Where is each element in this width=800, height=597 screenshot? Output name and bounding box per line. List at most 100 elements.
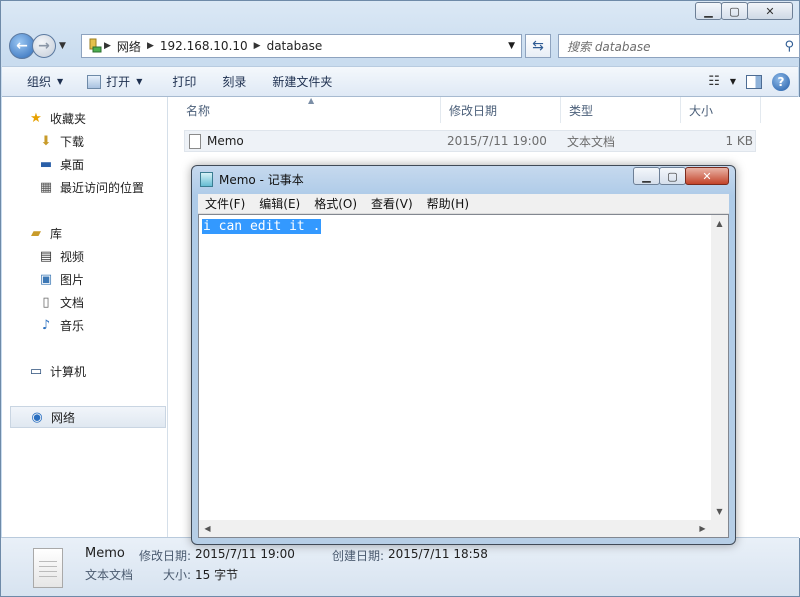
- command-toolbar: 组织 ▼ 打开 ▼ 打印 刻录 新建文件夹 ☷ ▼ ?: [2, 66, 798, 97]
- forward-button[interactable]: →: [32, 34, 56, 58]
- text-file-icon: [189, 134, 201, 149]
- sidebar-item-label: 音乐: [60, 318, 85, 333]
- notepad-caption-buttons: ▁ ▢ ✕: [633, 167, 729, 185]
- sidebar-item-desktop[interactable]: ▬ 桌面: [38, 153, 194, 175]
- scroll-right-icon[interactable]: ▶: [694, 520, 711, 537]
- scrollbar-corner: [711, 520, 728, 537]
- notepad-titlebar: Memo - 记事本: [200, 171, 304, 188]
- vertical-scrollbar[interactable]: ▲ ▼: [711, 215, 728, 520]
- sidebar-item-computer[interactable]: ▭ 计算机: [28, 360, 184, 382]
- notepad-window: Memo - 记事本 ▁ ▢ ✕ 文件(F) 编辑(E) 格式(O) 查看(V)…: [191, 165, 736, 545]
- details-size-value: 15 字节: [195, 568, 239, 582]
- search-input[interactable]: 搜索 database ⚲: [558, 34, 800, 58]
- file-modified: 2015/7/11 19:00: [447, 134, 547, 148]
- explorer-caption-buttons: ▁ ▢ ✕: [695, 2, 793, 20]
- computer-icon: ▭: [29, 363, 43, 379]
- network-icon: ◉: [31, 409, 43, 425]
- sidebar-item-label: 图片: [60, 272, 85, 287]
- sidebar-item-label: 最近访问的位置: [60, 180, 145, 195]
- network-folder-icon: [89, 38, 102, 53]
- menu-help[interactable]: 帮助(H): [420, 195, 476, 212]
- details-created-label: 创建日期:: [332, 549, 385, 563]
- burn-button[interactable]: 刻录: [213, 70, 255, 94]
- column-header-name[interactable]: 名称: [178, 97, 441, 123]
- breadcrumb-host[interactable]: 192.168.10.10: [154, 39, 254, 53]
- notepad-maximize-button[interactable]: ▢: [659, 167, 686, 185]
- sidebar-item-label: 下载: [60, 134, 85, 149]
- organize-button[interactable]: 组织 ▼: [18, 70, 72, 94]
- details-file-name: Memo: [85, 546, 125, 561]
- breadcrumb-database[interactable]: database: [261, 39, 329, 53]
- sidebar-item-label: 网络: [51, 410, 76, 425]
- navigation-bar: ← → ▼ ▶ 网络 ▶ 192.168.10.10 ▶ database ▼ …: [9, 32, 800, 60]
- maximize-button[interactable]: ▢: [721, 2, 748, 20]
- breadcrumb-separator[interactable]: ▶: [254, 41, 261, 51]
- notepad-text-area[interactable]: i can edit it . ▲ ▼ ◀ ▶: [198, 214, 729, 538]
- music-icon: ♪: [41, 317, 51, 333]
- chevron-down-icon: ▼: [57, 77, 64, 86]
- chevron-down-icon[interactable]: ▼: [730, 77, 736, 86]
- scroll-down-icon[interactable]: ▼: [711, 503, 728, 520]
- notepad-menu-bar: 文件(F) 编辑(E) 格式(O) 查看(V) 帮助(H): [198, 194, 729, 214]
- notepad-icon: [200, 172, 213, 187]
- sidebar-item-music[interactable]: ♪ 音乐: [38, 314, 194, 336]
- selected-text[interactable]: i can edit it .: [202, 219, 322, 234]
- refresh-button[interactable]: ⇆: [525, 34, 551, 58]
- details-modified-value: 2015/7/11 19:00: [195, 547, 295, 561]
- details-pane: Memo 文本文档 修改日期: 2015/7/11 19:00 大小: 15 字…: [1, 537, 799, 596]
- chevron-down-icon: ▼: [136, 77, 143, 86]
- help-icon[interactable]: ?: [772, 72, 790, 91]
- sidebar-item-recent-places[interactable]: ▦ 最近访问的位置: [38, 176, 194, 198]
- breadcrumb-network[interactable]: 网络: [111, 38, 147, 55]
- recent-pages-dropdown[interactable]: ▼: [59, 41, 66, 51]
- file-row[interactable]: Memo 2015/7/11 19:00 文本文档 1 KB: [184, 130, 756, 152]
- details-modified-label: 修改日期:: [139, 549, 192, 563]
- scroll-left-icon[interactable]: ◀: [199, 520, 216, 537]
- sidebar-item-label: 库: [50, 226, 63, 241]
- organize-label: 组织: [27, 75, 52, 89]
- notepad-minimize-button[interactable]: ▁: [633, 167, 660, 185]
- sidebar-item-favorites[interactable]: ★ 收藏夹: [28, 107, 184, 129]
- breadcrumb-separator[interactable]: ▶: [104, 41, 111, 51]
- address-history-dropdown[interactable]: ▼: [508, 41, 515, 51]
- video-icon: ▤: [39, 248, 53, 264]
- notepad-close-button[interactable]: ✕: [685, 167, 729, 185]
- documents-icon: ▯: [42, 294, 50, 310]
- sidebar-item-videos[interactable]: ▤ 视频: [38, 245, 194, 267]
- sidebar-item-libraries[interactable]: ▰ 库: [28, 222, 184, 244]
- refresh-icon: ⇆: [532, 38, 544, 54]
- address-bar[interactable]: ▶ 网络 ▶ 192.168.10.10 ▶ database ▼: [81, 34, 522, 58]
- menu-view[interactable]: 查看(V): [364, 195, 420, 212]
- sidebar-item-network[interactable]: ◉ 网络: [10, 406, 166, 428]
- pictures-icon: ▣: [39, 271, 53, 287]
- search-icon: ⚲: [784, 38, 794, 54]
- open-button[interactable]: 打开 ▼: [78, 70, 151, 94]
- column-header-type[interactable]: 类型: [561, 97, 681, 123]
- menu-file[interactable]: 文件(F): [198, 195, 252, 212]
- libraries-icon: ▰: [31, 225, 41, 241]
- view-controls: ☷ ▼ ?: [708, 72, 790, 91]
- breadcrumb-separator[interactable]: ▶: [147, 41, 154, 51]
- menu-edit[interactable]: 编辑(E): [252, 195, 307, 212]
- preview-pane-icon[interactable]: [746, 74, 762, 89]
- sidebar-item-label: 文档: [60, 295, 85, 310]
- sidebar-item-label: 收藏夹: [50, 111, 87, 126]
- new-folder-button[interactable]: 新建文件夹: [263, 70, 341, 94]
- horizontal-scrollbar[interactable]: ◀ ▶: [199, 520, 711, 537]
- file-size: 1 KB: [725, 134, 753, 148]
- details-created-value: 2015/7/11 18:58: [388, 547, 488, 561]
- close-button[interactable]: ✕: [747, 2, 793, 20]
- sidebar-item-documents[interactable]: ▯ 文档: [38, 291, 194, 313]
- column-header-size[interactable]: 大小: [681, 97, 761, 123]
- sidebar-item-pictures[interactable]: ▣ 图片: [38, 268, 194, 290]
- scroll-up-icon[interactable]: ▲: [711, 215, 728, 232]
- file-type: 文本文档: [567, 134, 616, 149]
- menu-format[interactable]: 格式(O): [307, 195, 364, 212]
- print-button[interactable]: 打印: [163, 70, 205, 94]
- desktop-icon: ▬: [39, 156, 53, 172]
- column-header-modified[interactable]: 修改日期: [441, 97, 561, 123]
- sidebar-item-downloads[interactable]: ⬇ 下载: [38, 130, 194, 152]
- downloads-folder-icon: ⬇: [40, 133, 52, 149]
- view-options-icon[interactable]: ☷: [708, 74, 720, 89]
- minimize-button[interactable]: ▁: [695, 2, 722, 20]
